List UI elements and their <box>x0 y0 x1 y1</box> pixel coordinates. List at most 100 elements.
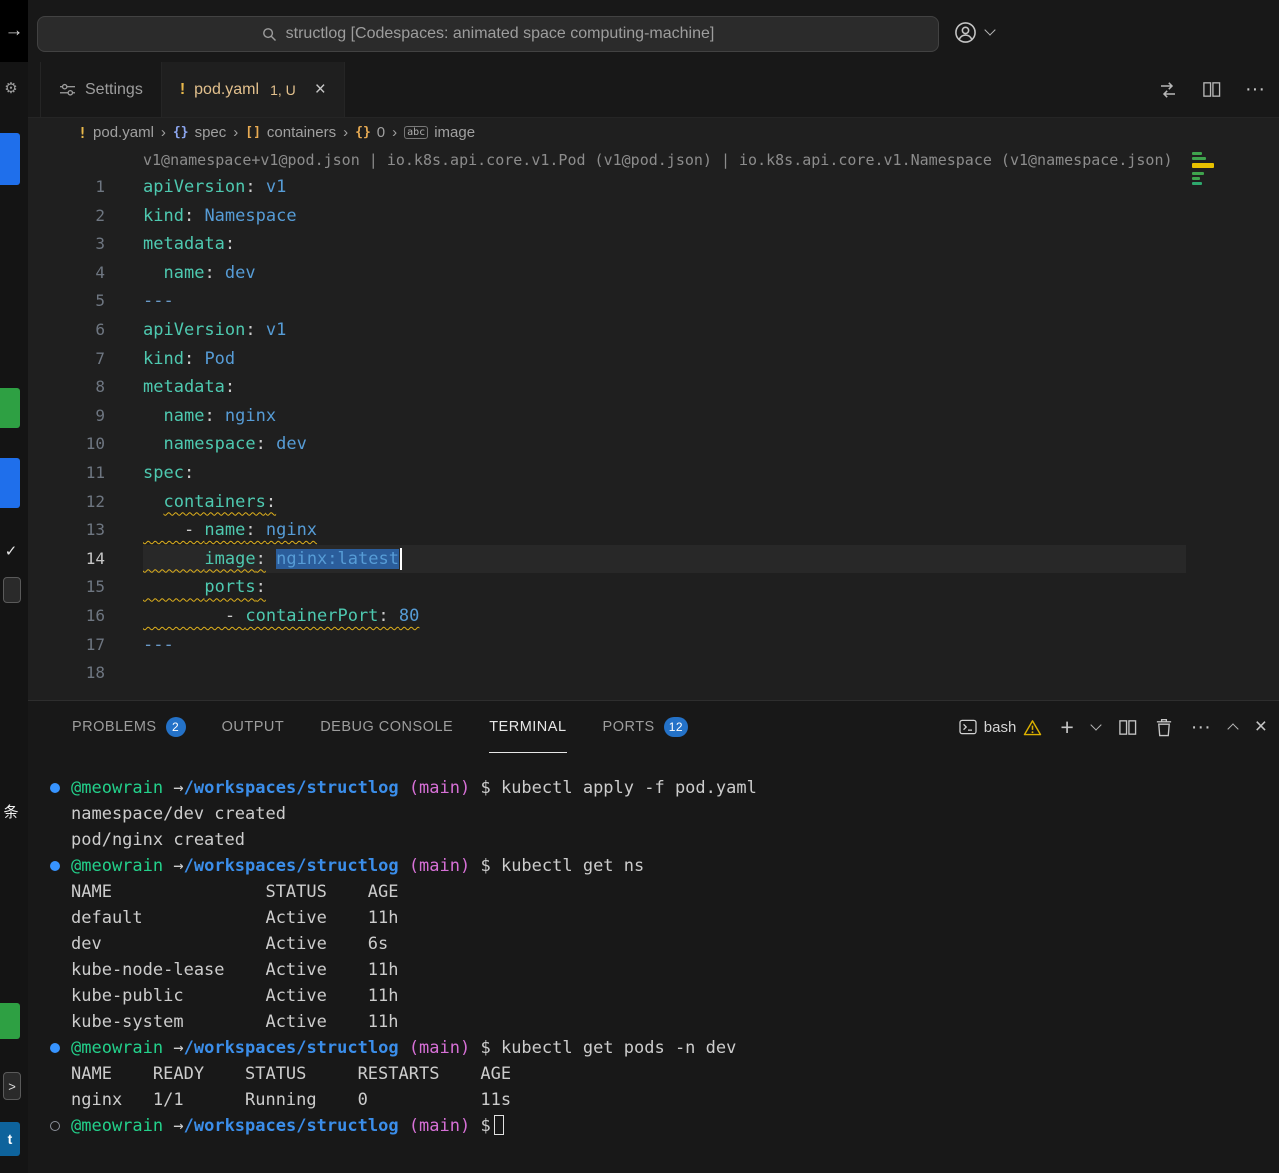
line-number: 5 <box>28 287 143 316</box>
code-line[interactable]: 11spec: <box>28 459 1279 488</box>
gear-icon[interactable]: ⚙ <box>0 76 22 100</box>
line-content: kind: Namespace <box>143 202 1279 231</box>
tab-settings[interactable]: Settings <box>40 62 162 117</box>
terminal-line: pod/nginx created <box>28 827 1279 853</box>
line-content: name: nginx <box>143 402 1279 431</box>
maximize-panel-button[interactable] <box>1229 721 1237 733</box>
terminal[interactable]: @meowrain →/workspaces/structlog (main) … <box>28 753 1279 1173</box>
comment-bubble-icon[interactable] <box>3 577 21 603</box>
code-line[interactable]: 6apiVersion: v1 <box>28 316 1279 345</box>
t-badge[interactable]: t <box>0 1122 20 1156</box>
code-line[interactable]: 4 name: dev <box>28 259 1279 288</box>
command-decoration-dot[interactable] <box>50 783 60 793</box>
breadcrumb-containers[interactable]: [] containers <box>245 124 336 141</box>
more-actions-icon[interactable]: ··· <box>1245 78 1265 101</box>
green-indicator[interactable] <box>0 388 20 428</box>
search-icon <box>262 27 277 42</box>
line-content: - name: nginx <box>143 516 1279 545</box>
line-number: 18 <box>28 659 143 688</box>
panel-tab-ports[interactable]: PORTS 12 <box>603 701 689 753</box>
breadcrumb-file[interactable]: ! pod.yaml <box>78 124 154 142</box>
symbol-object-icon: {} <box>173 125 189 140</box>
chevron-box[interactable]: > <box>3 1072 21 1100</box>
code-line[interactable]: 7kind: Pod <box>28 345 1279 374</box>
code-line[interactable]: 9 name: nginx <box>28 402 1279 431</box>
panel-tab-bar: PROBLEMS 2 OUTPUT DEBUG CONSOLE TERMINAL… <box>28 701 1279 753</box>
breadcrumb-image[interactable]: abc image <box>404 124 475 141</box>
line-content: --- <box>143 631 1279 660</box>
open-changes-icon[interactable] <box>1158 80 1178 100</box>
line-content <box>143 659 1279 688</box>
panel-tab-output[interactable]: OUTPUT <box>222 701 285 753</box>
tab-pod-yaml[interactable]: ! pod.yaml 1, U × <box>162 62 345 117</box>
code-line[interactable]: 16 - containerPort: 80 <box>28 602 1279 631</box>
terminal-line: dev Active 6s <box>28 931 1279 957</box>
line-number: 8 <box>28 373 143 402</box>
line-number: 3 <box>28 230 143 259</box>
forward-arrow-icon[interactable]: → <box>0 0 28 62</box>
more-actions-button[interactable]: ··· <box>1191 716 1211 739</box>
blue-indicator[interactable] <box>0 133 20 185</box>
panel-tab-problems[interactable]: PROBLEMS 2 <box>72 701 186 753</box>
line-content: spec: <box>143 459 1279 488</box>
line-content: name: dev <box>143 259 1279 288</box>
terminal-line: kube-public Active 11h <box>28 983 1279 1009</box>
tab-settings-label: Settings <box>85 81 143 99</box>
line-content: - containerPort: 80 <box>143 602 1279 631</box>
code-line[interactable]: 3metadata: <box>28 230 1279 259</box>
line-number: 10 <box>28 430 143 459</box>
code-line[interactable]: 10 namespace: dev <box>28 430 1279 459</box>
symbol-string-icon: abc <box>404 126 428 139</box>
code-lines: 1apiVersion: v12kind: Namespace3metadata… <box>28 173 1279 688</box>
panel-tab-label: DEBUG CONSOLE <box>320 719 453 735</box>
code-line[interactable]: 5--- <box>28 287 1279 316</box>
code-line[interactable]: 2kind: Namespace <box>28 202 1279 231</box>
new-terminal-button[interactable]: + <box>1060 714 1073 741</box>
line-content: image: nginx:latest <box>143 545 1279 574</box>
bottom-panel: PROBLEMS 2 OUTPUT DEBUG CONSOLE TERMINAL… <box>28 700 1279 1173</box>
editor-actions: ··· <box>1158 62 1279 117</box>
code-line[interactable]: 12 containers: <box>28 488 1279 517</box>
code-line[interactable]: 8metadata: <box>28 373 1279 402</box>
line-content: metadata: <box>143 373 1279 402</box>
close-tab-icon[interactable]: × <box>315 80 326 99</box>
account-menu[interactable] <box>953 18 994 46</box>
line-content: namespace: dev <box>143 430 1279 459</box>
check-icon[interactable]: ✓ <box>0 540 22 562</box>
symbol-object-icon: {} <box>355 125 371 140</box>
close-panel-button[interactable]: × <box>1255 715 1267 739</box>
warning-triangle-icon <box>1023 719 1042 736</box>
code-line[interactable]: 17--- <box>28 631 1279 660</box>
split-editor-icon[interactable] <box>1202 80 1221 99</box>
code-line[interactable]: 14 image: nginx:latest <box>28 545 1279 574</box>
breadcrumb-label: containers <box>267 124 336 141</box>
terminal-line: NAME STATUS AGE <box>28 879 1279 905</box>
command-decoration-dot[interactable] <box>50 861 60 871</box>
breadcrumb-spec[interactable]: {} spec <box>173 124 226 141</box>
green-indicator[interactable] <box>0 1003 20 1039</box>
editor-tab-bar: Settings ! pod.yaml 1, U × ··· <box>28 62 1279 118</box>
code-editor[interactable]: v1@namespace+v1@pod.json | io.k8s.api.co… <box>28 147 1279 700</box>
code-line[interactable]: 1apiVersion: v1 <box>28 173 1279 202</box>
code-line[interactable]: 15 ports: <box>28 573 1279 602</box>
tab-decoration-badge: 1, U <box>270 82 296 98</box>
command-decoration-dot[interactable] <box>50 1121 60 1131</box>
cjk-glyph[interactable]: 条 <box>0 797 22 825</box>
line-content: kind: Pod <box>143 345 1279 374</box>
panel-tab-debug-console[interactable]: DEBUG CONSOLE <box>320 701 453 753</box>
breadcrumb-separator-icon: › <box>161 124 166 141</box>
active-terminal-bash[interactable]: bash <box>959 719 1043 736</box>
yaml-schema-hint[interactable]: v1@namespace+v1@pod.json | io.k8s.api.co… <box>143 147 1279 173</box>
code-line[interactable]: 18 <box>28 659 1279 688</box>
breadcrumb-index-0[interactable]: {} 0 <box>355 124 385 141</box>
terminal-dropdown-button[interactable] <box>1092 725 1100 729</box>
command-decoration-dot[interactable] <box>50 1043 60 1053</box>
kill-terminal-button[interactable] <box>1155 718 1173 737</box>
code-line[interactable]: 13 - name: nginx <box>28 516 1279 545</box>
split-terminal-button[interactable] <box>1118 718 1137 737</box>
breadcrumb-separator-icon: › <box>233 124 238 141</box>
terminal-icon <box>959 719 977 735</box>
blue-indicator[interactable] <box>0 458 20 508</box>
panel-tab-terminal[interactable]: TERMINAL <box>489 701 566 753</box>
command-center-search[interactable]: structlog [Codespaces: animated space co… <box>37 16 939 52</box>
